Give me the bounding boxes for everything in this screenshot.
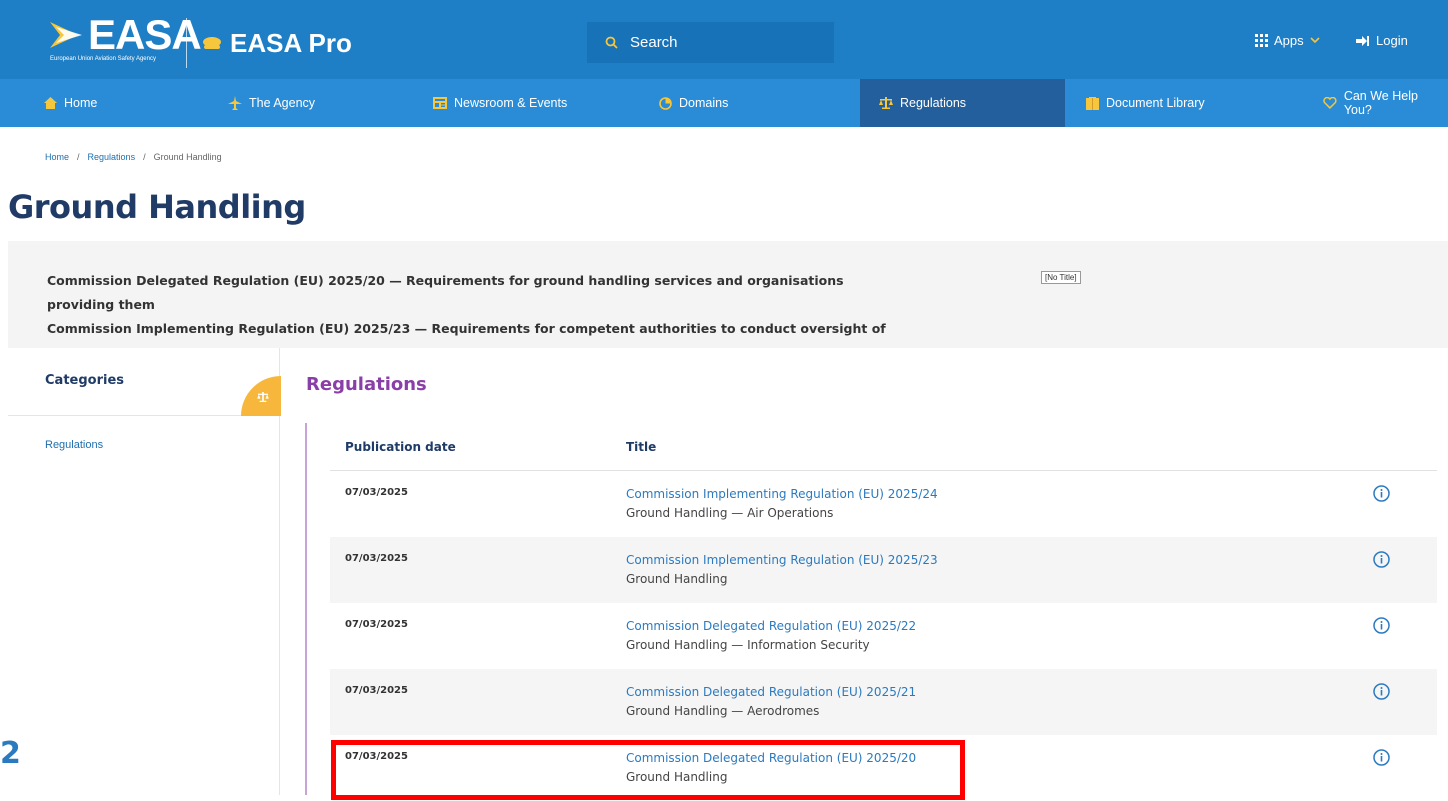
row-date: 07/03/2025 [345,487,408,498]
login-icon [1356,35,1369,46]
nav-document-library-label: Document Library [1106,96,1205,110]
breadcrumb-separator: / [77,152,80,162]
intro-panel: Commission Delegated Regulation (EU) 202… [8,241,1448,348]
chevron-down-icon [1310,37,1320,44]
search-label: Search [630,34,678,51]
breadcrumb: Home / Regulations / Ground Handling [45,152,222,162]
regulations-heading: Regulations [306,374,427,395]
categories-badge [241,376,281,416]
row-subtitle: Ground Handling — Information Security [626,638,870,652]
search-icon [605,36,618,49]
table-row: 07/03/2025 Commission Implementing Regul… [330,537,1437,603]
heart-icon [1323,97,1337,109]
apps-label: Apps [1274,33,1304,48]
nav-home-label: Home [64,96,98,110]
pilot-cap-icon [203,36,221,49]
info-icon[interactable] [1373,749,1390,766]
info-icon[interactable] [1373,683,1390,700]
nav-can-we-help-label: Can We Help You? [1343,89,1418,117]
table-row: 07/03/2025 Commission Implementing Regul… [330,471,1437,537]
breadcrumb-current: Ground Handling [153,152,222,162]
news-icon [433,97,447,109]
intro-line-3: Commission Implementing Regulation (EU) … [47,321,886,336]
row-date: 07/03/2025 [345,685,408,696]
nav-can-we-help[interactable]: Can We Help You? [1323,79,1448,127]
nav-regulations-label: Regulations [900,96,967,110]
nav-newsroom-label: Newsroom & Events [454,96,568,110]
nav-the-agency[interactable]: The Agency [228,79,315,127]
regulations-table-header: Publication date Title [330,424,1437,471]
login-link[interactable]: Login [1356,33,1408,48]
login-label: Login [1376,33,1408,48]
plane-icon [228,96,242,110]
categories-header: Categories [8,348,281,416]
info-icon[interactable] [1373,617,1390,634]
nav-the-agency-label: The Agency [249,96,316,110]
easa-bird-icon [48,18,86,52]
domains-icon [659,96,672,110]
categories-sidebar: Categories Regulations [8,348,281,795]
easa-logo[interactable]: EASA European Union Aviation Safety Agen… [44,14,202,68]
pro-label: EASA Pro [230,28,352,58]
row-date: 07/03/2025 [345,619,408,630]
category-link-regulations[interactable]: Regulations [45,439,103,451]
nav-home[interactable]: Home [44,79,97,127]
breadcrumb-home[interactable]: Home [45,152,69,162]
categories-title: Categories [45,373,125,388]
row-title-link[interactable]: Commission Implementing Regulation (EU) … [626,487,938,501]
nav-document-library[interactable]: Document Library [1086,79,1205,127]
nav-regulations[interactable]: Regulations [860,79,1065,127]
regulations-accent-line [305,423,307,795]
page-title: Ground Handling [8,188,306,226]
nav-newsroom[interactable]: Newsroom & Events [433,79,567,127]
breadcrumb-regulations[interactable]: Regulations [88,152,136,162]
row-date: 07/03/2025 [345,553,408,564]
apps-menu[interactable]: Apps [1255,33,1326,48]
scales-icon [879,97,893,109]
breadcrumb-separator: / [143,152,146,162]
row-subtitle: Ground Handling — Aerodromes [626,704,820,718]
easa-pro-link[interactable]: EASA Pro [202,28,352,59]
row-subtitle: Ground Handling — Air Operations [626,506,834,520]
row-title-link[interactable]: Commission Delegated Regulation (EU) 202… [626,685,916,699]
logo-divider [186,18,187,68]
nav-domains-label: Domains [679,96,729,110]
row-title-link[interactable]: Commission Delegated Regulation (EU) 202… [626,619,916,633]
search-box[interactable]: Search [587,22,834,63]
column-header-publication-date[interactable]: Publication date [345,440,456,454]
edge-glyph: 2 [0,736,21,771]
book-icon [1086,96,1099,110]
scales-icon [257,392,269,402]
no-title-placeholder: [No Title] [1041,271,1081,284]
info-icon[interactable] [1373,485,1390,502]
grid-icon [1255,34,1268,47]
logo-subtitle: European Union Aviation Safety Agency [50,56,156,62]
column-header-title[interactable]: Title [626,440,656,454]
table-row: 07/03/2025 Commission Delegated Regulati… [330,603,1437,669]
table-row: 07/03/2025 Commission Delegated Regulati… [330,669,1437,735]
row-title-link[interactable]: Commission Implementing Regulation (EU) … [626,553,938,567]
highlight-box [331,740,965,800]
intro-line-2: providing them [47,297,155,312]
row-subtitle: Ground Handling [626,572,728,586]
nav-domains[interactable]: Domains [659,79,728,127]
info-icon[interactable] [1373,551,1390,568]
home-icon [44,97,57,109]
logo-text: EASA [88,11,202,58]
intro-line-1: Commission Delegated Regulation (EU) 202… [47,273,844,288]
